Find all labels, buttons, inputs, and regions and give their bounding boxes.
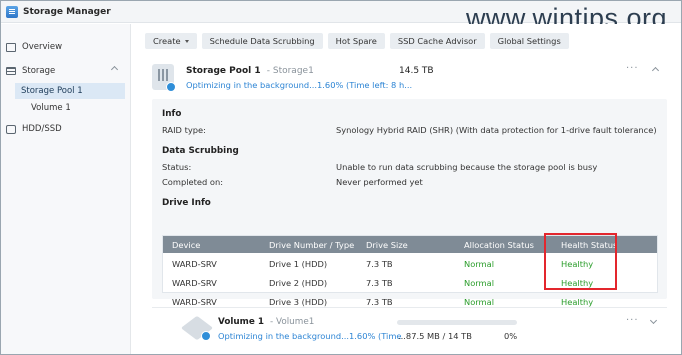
- drive-info-title: Drive Info: [162, 198, 211, 208]
- allocation-cell: Normal: [464, 278, 495, 288]
- collapse-chevron-icon[interactable]: [651, 66, 660, 75]
- volume-name: Volume 1: [218, 317, 264, 327]
- volume-subtitle: - Volume1: [270, 317, 315, 327]
- raid-type-label: RAID type:: [162, 125, 206, 135]
- device-cell: WARD-SRV: [172, 297, 217, 307]
- ssd-cache-advisor-button[interactable]: SSD Cache Advisor: [389, 33, 485, 49]
- volume-usage-percent: 0%: [504, 331, 518, 341]
- size-cell: 7.3 TB: [366, 259, 393, 269]
- volume-usage-bar: [397, 320, 517, 325]
- dropdown-caret-icon: [184, 39, 189, 43]
- raid-type-value: Synology Hybrid RAID (SHR) (With data pr…: [336, 125, 657, 135]
- pool-title: Storage Pool 1 - Storage1: [186, 66, 314, 76]
- more-options-icon[interactable]: ···: [626, 315, 639, 326]
- storage-manager-app-icon: [6, 5, 18, 18]
- highlight-box: [544, 233, 617, 290]
- info-section-title: Info: [162, 109, 182, 119]
- device-cell: WARD-SRV: [172, 278, 217, 288]
- sidebar-item-hdd-ssd[interactable]: HDD/SSD: [1, 120, 131, 138]
- sidebar-item-storage-pool-1[interactable]: Storage Pool 1: [15, 83, 125, 99]
- pool-size: 14.5 TB: [399, 66, 434, 76]
- scrubbing-status-label: Status:: [162, 162, 192, 172]
- sidebar-item-label: Volume 1: [31, 103, 71, 113]
- drive-cell: Drive 2 (HDD): [269, 278, 328, 288]
- drive-cell: Drive 1 (HDD): [269, 259, 328, 269]
- health-cell: Healthy: [561, 297, 594, 307]
- completed-on-label: Completed on:: [162, 177, 224, 187]
- column-header-allocation-status[interactable]: Allocation Status: [464, 240, 534, 250]
- pool-progress-status[interactable]: Optimizing in the background...1.60% (Ti…: [186, 80, 412, 90]
- data-scrubbing-title: Data Scrubbing: [162, 146, 239, 156]
- table-row[interactable]: WARD-SRV Drive 3 (HDD) 7.3 TB Normal Hea…: [163, 293, 657, 312]
- device-cell: WARD-SRV: [172, 259, 217, 269]
- sync-badge-icon: [166, 82, 176, 92]
- divider: [152, 307, 667, 308]
- storage-pool-header[interactable]: Storage Pool 1 - Storage1 14.5 TB Optimi…: [152, 62, 667, 94]
- expand-chevron-icon[interactable]: [649, 316, 658, 325]
- pool-subtitle: - Storage1: [266, 66, 314, 76]
- storage-pool-details: Info RAID type: Synology Hybrid RAID (SH…: [152, 99, 667, 307]
- sidebar-item-overview[interactable]: Overview: [1, 38, 131, 56]
- storage-icon: [6, 67, 16, 75]
- title-bar: Storage Manager www.wintips.org: [1, 1, 681, 33]
- pool-name: Storage Pool 1: [186, 66, 261, 76]
- schedule-data-scrubbing-button[interactable]: Schedule Data Scrubbing: [201, 33, 323, 49]
- size-cell: 7.3 TB: [366, 297, 393, 307]
- create-button[interactable]: Create: [145, 33, 197, 49]
- drive-cell: Drive 3 (HDD): [269, 297, 328, 307]
- storage-pool-icon: [152, 64, 176, 92]
- create-button-label: Create: [153, 36, 181, 46]
- volume-progress-status[interactable]: Optimizing in the background...1.60% (Ti…: [218, 331, 402, 341]
- sidebar-item-label: HDD/SSD: [22, 124, 62, 134]
- hdd-icon: [6, 124, 16, 134]
- sidebar-item-label: Storage: [22, 66, 56, 76]
- sync-badge-icon: [201, 331, 211, 341]
- sidebar-item-label: Storage Pool 1: [21, 86, 83, 96]
- hot-spare-button[interactable]: Hot Spare: [327, 33, 385, 49]
- column-header-drive-number[interactable]: Drive Number / Type: [269, 240, 354, 250]
- storage-manager-window: Storage Manager www.wintips.org Overview…: [0, 0, 682, 355]
- completed-on-value: Never performed yet: [336, 177, 423, 187]
- volume-title[interactable]: Volume 1 - Volume1: [218, 317, 314, 327]
- volume-size: ...87.5 MB / 14 TB: [398, 331, 472, 341]
- toolbar: Create Schedule Data Scrubbing Hot Spare…: [145, 33, 569, 49]
- global-settings-button[interactable]: Global Settings: [489, 33, 569, 49]
- window-title: Storage Manager: [23, 6, 111, 17]
- allocation-cell: Normal: [464, 297, 495, 307]
- scrubbing-status-value: Unable to run data scrubbing because the…: [336, 162, 598, 172]
- more-options-icon[interactable]: ···: [626, 63, 639, 74]
- main-content: Create Schedule Data Scrubbing Hot Spare…: [132, 24, 681, 354]
- chevron-up-icon[interactable]: [110, 65, 119, 74]
- column-header-device[interactable]: Device: [172, 240, 200, 250]
- sidebar-item-storage[interactable]: Storage: [1, 62, 131, 80]
- sidebar-item-label: Overview: [22, 42, 63, 52]
- column-header-drive-size[interactable]: Drive Size: [366, 240, 408, 250]
- sidebar: Overview Storage Storage Pool 1 Volume 1…: [1, 24, 131, 354]
- size-cell: 7.3 TB: [366, 278, 393, 288]
- overview-icon: [6, 42, 16, 52]
- allocation-cell: Normal: [464, 259, 495, 269]
- sidebar-item-volume-1[interactable]: Volume 1: [31, 100, 71, 116]
